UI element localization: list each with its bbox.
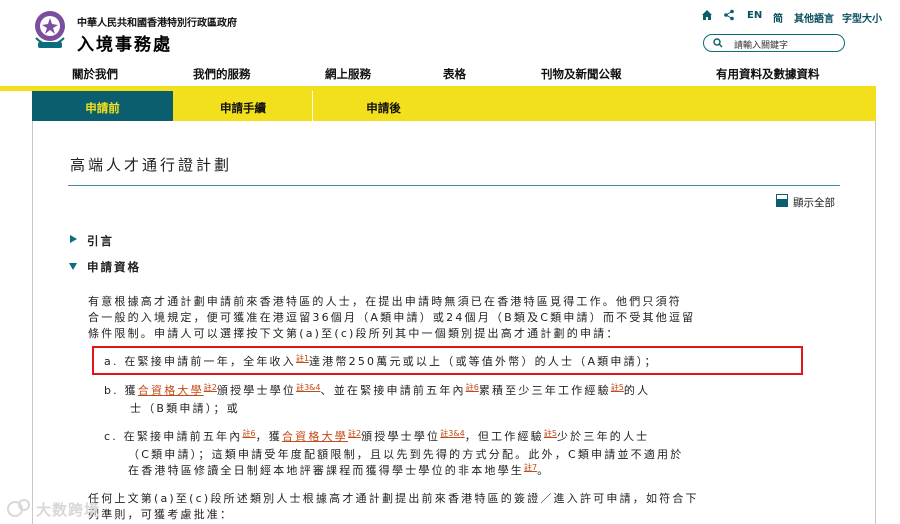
- item-a-text-1: 在緊接申請前一年，全年收入: [124, 355, 296, 368]
- footnote-3-4-link[interactable]: 註3&4: [440, 429, 464, 438]
- item-b-text-2: 頒授學士學位: [216, 384, 297, 397]
- tab-after-application[interactable]: 申請後: [313, 91, 454, 121]
- search-box[interactable]: 請輸入關鍵字: [703, 34, 845, 52]
- simplified-chinese-link[interactable]: 简: [773, 10, 783, 25]
- nav-publications-press[interactable]: 刊物及新聞公報: [541, 66, 622, 82]
- footnote-5-link[interactable]: 註5: [544, 429, 557, 438]
- item-b-text-3: 、並在緊接申請前五年內: [320, 384, 466, 397]
- expanded-arrow-icon[interactable]: [69, 263, 77, 270]
- watermark: 大数跨境: [6, 497, 116, 519]
- footnote-3-4-link[interactable]: 註3&4: [296, 383, 320, 392]
- item-b: b. 獲合資格大學註2頒授學士學位註3&4、並在緊接申請前五年內註6累積至少三年…: [104, 382, 650, 398]
- intro-line-2: 合一般的入境規定，便可獲准在港逗留36個月（A類申請）或24個月（B類及C類申請…: [88, 311, 696, 324]
- qualified-university-link[interactable]: 合資格大學: [282, 430, 348, 443]
- watermark-logo-icon: [7, 499, 30, 517]
- hksar-emblem-logo[interactable]: [30, 8, 70, 54]
- main-navigation: 關於我們 我們的服務 網上服務 表格 刊物及新聞公報 有用資料及數據資料: [0, 62, 900, 86]
- qualified-university-link[interactable]: 合資格大學: [138, 384, 204, 397]
- nav-about-us[interactable]: 關於我們: [72, 66, 118, 82]
- home-icon[interactable]: [701, 9, 713, 21]
- other-languages-link[interactable]: 其他語言: [794, 10, 834, 25]
- footnote-2-link[interactable]: 註2: [204, 383, 217, 392]
- footnote-5-link[interactable]: 註5: [611, 383, 624, 392]
- share-icon[interactable]: [723, 9, 735, 21]
- item-b-text-5: 的人: [623, 384, 651, 397]
- search-icon[interactable]: [713, 38, 723, 48]
- sub-tabs: 申請前 申請手續 申請後: [32, 91, 876, 121]
- item-c: c. 在緊接申請前五年內註6，獲合資格大學註2頒授學士學位註3&4，但工作經驗註…: [104, 428, 649, 444]
- section-eligibility[interactable]: 申請資格: [87, 259, 141, 275]
- item-b-line-2: 士（B類申請）；或: [130, 402, 240, 415]
- item-c-line-3-end: 。: [537, 464, 551, 477]
- item-c-line-3: 在香港特區修讀全日制經本地評審課程而獲得學士學位的非本地學生註7。: [128, 462, 550, 478]
- search-input[interactable]: 請輸入關鍵字: [734, 38, 788, 51]
- government-name: 中華人民共和國香港特別行政區政府: [77, 18, 237, 29]
- item-c-line-2: （C類申請）；這類申請受年度配額限制，且以先到先得的方式分配。此外，C類申請並不…: [128, 448, 684, 461]
- item-c-text-1: 在緊接申請前五年內: [123, 430, 243, 443]
- font-size-link[interactable]: 字型大小: [842, 10, 882, 25]
- footnote-6-link[interactable]: 註6: [242, 429, 255, 438]
- item-c-text-5: 少於三年的人士: [556, 430, 650, 443]
- expand-all-icon: [776, 194, 788, 207]
- expand-all-label: 顯示全部: [793, 197, 835, 209]
- item-c-line-3-text: 在香港特區修讀全日制經本地評審課程而獲得學士學位的非本地學生: [128, 464, 524, 477]
- item-b-marker: b.: [104, 384, 119, 397]
- tab-before-application[interactable]: 申請前: [32, 91, 173, 121]
- nav-useful-info-statistics[interactable]: 有用資料及數據資料: [716, 66, 820, 82]
- footnote-1-link[interactable]: 註1: [296, 354, 309, 363]
- item-c-text-2: ，獲: [255, 430, 282, 443]
- collapsed-arrow-icon[interactable]: [70, 235, 77, 243]
- department-name[interactable]: 入境事務處: [77, 30, 172, 55]
- nav-e-services[interactable]: 網上服務: [325, 66, 371, 82]
- item-c-text-3: 頒授學士學位: [361, 430, 441, 443]
- intro-line-1: 有意根據高才通計劃申請前來香港特區的人士，在提出申請時無須已在香港特區覓得工作。…: [88, 295, 682, 308]
- tab-application-procedures[interactable]: 申請手續: [174, 91, 312, 121]
- item-c-marker: c.: [104, 430, 118, 443]
- item-a: a. 在緊接申請前一年，全年收入註1達港幣250萬元或以上（或等值外幣）的人士（…: [104, 353, 658, 369]
- page-title: 高端人才通行證計劃: [70, 156, 233, 174]
- watermark-text: 大数跨境: [36, 501, 101, 519]
- footnote-7-link[interactable]: 註7: [524, 463, 537, 472]
- item-a-marker: a.: [104, 355, 119, 368]
- site-header: 中華人民共和國香港特別行政區政府 入境事務處 EN 简 其他語言 字型大小 請輸…: [0, 0, 900, 62]
- section-introduction[interactable]: 引言: [87, 233, 114, 249]
- intro-line-3: 條件限制。申請人可以選擇按下文第(a)至(c)段所列其中一個類別提出高才通計劃的…: [88, 327, 620, 340]
- nav-our-services[interactable]: 我們的服務: [193, 66, 251, 82]
- footnote-6-link[interactable]: 註6: [466, 383, 479, 392]
- item-b-text-4: 累積至少三年工作經驗: [478, 384, 611, 397]
- item-a-text-2: 達港幣250萬元或以上（或等值外幣）的人士（A類申請）；: [309, 355, 658, 368]
- item-b-text-1: 獲: [124, 384, 138, 397]
- english-link[interactable]: EN: [747, 10, 762, 21]
- title-divider: [68, 185, 840, 186]
- item-c-text-4: ，但工作經驗: [464, 430, 544, 443]
- nav-forms[interactable]: 表格: [443, 66, 466, 82]
- footnote-2-link[interactable]: 註2: [348, 429, 361, 438]
- closing-line-1: 任何上文第(a)至(c)段所述類別人士根據高才通計劃提出前來香港特區的簽證／進入…: [88, 492, 699, 505]
